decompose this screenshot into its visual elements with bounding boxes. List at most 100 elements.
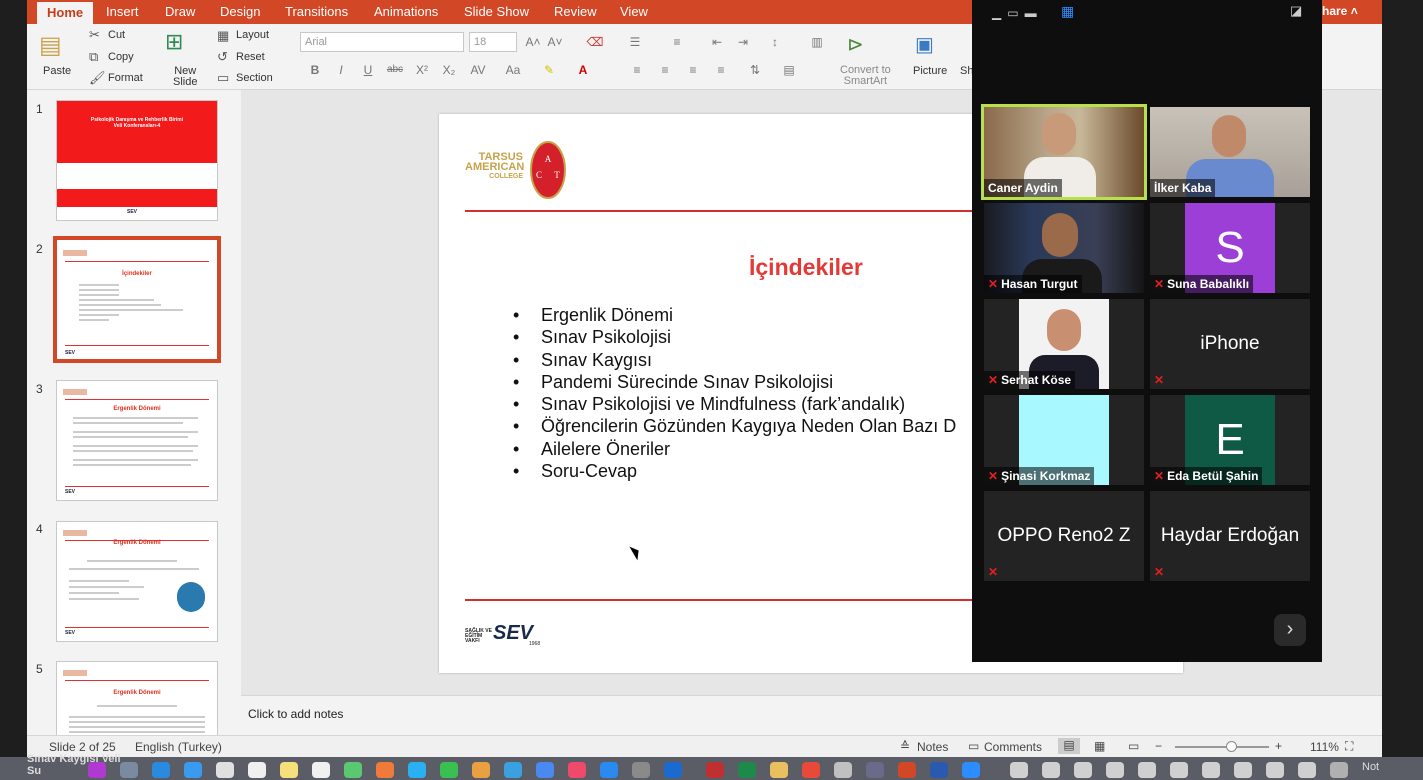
safari-icon[interactable]: [152, 762, 170, 778]
calendar-icon[interactable]: [248, 762, 266, 778]
maps-icon[interactable]: [344, 762, 362, 778]
format-painter-icon[interactable]: 🖌: [89, 71, 106, 85]
font-name-input[interactable]: Arial: [300, 32, 464, 52]
font-color-icon[interactable]: A: [573, 60, 593, 80]
language-indicator[interactable]: English (Turkey): [135, 740, 222, 754]
participant-tile-6[interactable]: ✕ Şinasi Korkmaz: [984, 395, 1144, 485]
picture-icon[interactable]: ▣: [915, 34, 934, 56]
decrease-indent-icon[interactable]: ⇤: [707, 32, 727, 52]
font-size-input[interactable]: 18: [469, 32, 517, 52]
increase-indent-icon[interactable]: ⇥: [733, 32, 753, 52]
word-icon[interactable]: [930, 762, 948, 778]
slide-sorter-icon[interactable]: ▦: [1094, 739, 1105, 753]
character-spacing-icon[interactable]: AV: [468, 60, 488, 80]
document-icon[interactable]: [1042, 762, 1060, 778]
zoom-in-icon[interactable]: +: [1275, 739, 1282, 753]
document-icon[interactable]: [1298, 762, 1316, 778]
app-store-icon[interactable]: [600, 762, 618, 778]
system-preferences-icon[interactable]: [632, 762, 650, 778]
tab-slide-show[interactable]: Slide Show: [464, 4, 529, 19]
notes-icon[interactable]: ≙: [900, 739, 910, 753]
document-icon[interactable]: [1202, 762, 1220, 778]
reading-view-icon[interactable]: ▭: [1128, 739, 1139, 753]
tab-transitions[interactable]: Transitions: [285, 4, 348, 19]
next-page-chevron-icon[interactable]: ›: [1274, 614, 1306, 646]
subscript-icon[interactable]: X₂: [439, 60, 459, 80]
layout-button[interactable]: Layout: [236, 29, 269, 41]
folder-icon[interactable]: [770, 762, 788, 778]
section-icon[interactable]: ▭: [217, 71, 229, 85]
italic-icon[interactable]: I: [331, 60, 351, 80]
tab-view[interactable]: View: [620, 4, 648, 19]
keynote-icon[interactable]: [536, 762, 554, 778]
facetime-icon[interactable]: [440, 762, 458, 778]
document-icon[interactable]: [1010, 762, 1028, 778]
align-text-icon[interactable]: ▤: [779, 60, 799, 80]
tab-design[interactable]: Design: [220, 4, 260, 19]
change-case-icon[interactable]: Aa: [503, 60, 523, 80]
document-icon[interactable]: [1234, 762, 1252, 778]
section-button[interactable]: Section: [236, 72, 273, 84]
participant-tile-4[interactable]: ✕ Serhat Köse: [984, 299, 1144, 389]
picture-button[interactable]: Picture: [913, 65, 947, 77]
cut-icon[interactable]: ✂: [89, 28, 100, 42]
zoom-slider-thumb[interactable]: [1226, 741, 1238, 752]
share-label[interactable]: hare ˄: [1322, 4, 1358, 18]
notes-placeholder[interactable]: Click to add notes: [248, 707, 343, 721]
columns-icon[interactable]: ▥: [807, 32, 827, 52]
slide-thumbnail-1[interactable]: Psikolojik Danışma ve Rehberlik Birimi V…: [56, 100, 218, 221]
tab-insert[interactable]: Insert: [106, 4, 139, 19]
mail-icon[interactable]: [184, 762, 202, 778]
zoom-slider[interactable]: [1175, 741, 1269, 752]
slide-thumbnail-5[interactable]: Ergenlik Dönemi: [56, 661, 218, 735]
acrobat-icon[interactable]: [706, 762, 724, 778]
cut-button[interactable]: Cut: [108, 29, 125, 41]
zoom-level[interactable]: 111%: [1310, 740, 1339, 754]
align-center-icon[interactable]: ≡: [655, 60, 675, 80]
notes-button[interactable]: Notes: [917, 740, 948, 754]
layout-icon[interactable]: ▦: [217, 29, 229, 43]
powerpoint-icon[interactable]: [898, 762, 916, 778]
zoom-out-icon[interactable]: −: [1155, 739, 1162, 753]
participant-tile-0[interactable]: Caner Aydin: [981, 104, 1147, 200]
notes-app-icon[interactable]: [280, 762, 298, 778]
normal-view-icon[interactable]: ▤: [1058, 738, 1080, 754]
line-spacing-icon[interactable]: ↕: [765, 32, 785, 52]
slide-thumbnail-2[interactable]: İçindekiler SEV: [53, 236, 221, 363]
trash-icon[interactable]: [1330, 762, 1348, 778]
chrome-icon[interactable]: [802, 762, 820, 778]
bullets-icon[interactable]: ☰: [625, 32, 645, 52]
paste-label[interactable]: Paste: [43, 65, 71, 77]
outlook-icon[interactable]: [664, 762, 682, 778]
messages-icon[interactable]: [408, 762, 426, 778]
pages-icon[interactable]: [472, 762, 490, 778]
new-slide-icon[interactable]: ⊞: [165, 30, 183, 54]
document-icon[interactable]: [1266, 762, 1284, 778]
view-mode-icons[interactable]: ▁▭▬: [992, 6, 1043, 20]
participant-tile-5[interactable]: iPhone ✕: [1150, 299, 1310, 389]
participant-tile-3[interactable]: S ✕ Suna Babalıklı: [1150, 203, 1310, 293]
tab-draw[interactable]: Draw: [165, 4, 195, 19]
document-icon[interactable]: [1138, 762, 1156, 778]
participant-tile-1[interactable]: İlker Kaba: [1150, 107, 1310, 197]
fit-to-window-icon[interactable]: ⛶: [1345, 739, 1353, 754]
text-direction-icon[interactable]: ⇅: [745, 60, 765, 80]
music-icon[interactable]: [568, 762, 586, 778]
slide-thumbnail-3[interactable]: Ergenlik Dönemi SEV: [56, 380, 218, 501]
tab-home[interactable]: Home: [37, 2, 94, 24]
underline-icon[interactable]: U: [358, 60, 378, 80]
excel-icon[interactable]: [738, 762, 756, 778]
slide-title[interactable]: İçindekiler: [749, 254, 863, 281]
bold-icon[interactable]: B: [305, 60, 325, 80]
tab-animations[interactable]: Animations: [374, 4, 438, 19]
launchpad-icon[interactable]: [120, 762, 138, 778]
copy-button[interactable]: Copy: [108, 51, 134, 63]
justify-icon[interactable]: ≡: [711, 60, 731, 80]
app-icon[interactable]: [866, 762, 884, 778]
participant-tile-9[interactable]: Haydar Erdoğan ✕: [1150, 491, 1310, 581]
zoom-app-icon[interactable]: [962, 762, 980, 778]
format-painter-button[interactable]: Format: [108, 72, 143, 84]
numbers-icon[interactable]: [504, 762, 522, 778]
comments-icon[interactable]: ▭: [968, 739, 979, 753]
photos-icon[interactable]: [376, 762, 394, 778]
